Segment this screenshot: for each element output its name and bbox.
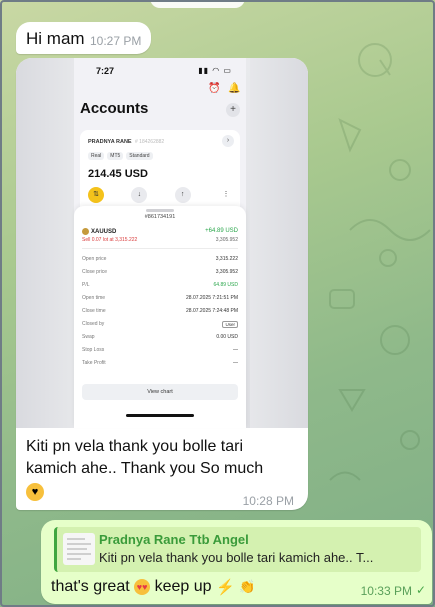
deposit-icon: ↓ (131, 187, 148, 203)
message-bubble-image[interactable]: 7:27 ▮▮ ◠ ▭ ⏰ 🔔 Accounts + PRADNYA RANE … (16, 58, 308, 510)
detail-row-open-time: Open time 28.07.2025 7:21:51 PM (82, 295, 238, 301)
trade-detail-sheet: #861734191 XAUUSD +64.89 USD Sell 0.07 l… (74, 206, 246, 428)
message-text: Hi mam (26, 29, 85, 48)
detail-row-closed-by: Closed by User (82, 321, 238, 328)
message-text-part: that's great (51, 578, 130, 596)
account-actions: ⇅ ↓ ↑ ⋮ (88, 187, 234, 203)
account-tag: MT5 (107, 152, 124, 160)
message-text: that's great ♥♥ keep up ⚡ 👏 (51, 578, 255, 596)
detail-row-open-price: Open price 3,315.222 (82, 256, 238, 262)
detail-row-swap: Swap 0.00 USD (82, 334, 238, 340)
message-time: 10:27 PM (90, 34, 142, 48)
trade-ticket: #861734191 (144, 214, 176, 220)
account-tag: Standard (126, 152, 153, 160)
chevron-right-icon: › (222, 135, 234, 147)
message-caption: Kiti pn vela thank you bolle tari kamich… (26, 438, 264, 477)
reply-quote[interactable]: Pradnya Rane Ttb Angel Kiti pn vela than… (54, 527, 421, 572)
account-tag: Real (88, 152, 105, 160)
message-bubble-outgoing[interactable]: Pradnya Rane Ttb Angel Kiti pn vela than… (41, 520, 432, 604)
read-check-icon: ✓ (415, 583, 426, 597)
withdraw-icon: ↑ (174, 187, 191, 203)
accounts-title: Accounts (80, 100, 149, 117)
message-bubble-hi[interactable]: Hi mam 10:27 PM (16, 22, 151, 54)
trade-pnl: +64.89 USD (205, 228, 238, 234)
divider (82, 248, 238, 249)
clapping-hands-icon: 👏 (239, 579, 256, 594)
message-text-part: keep up (154, 578, 212, 596)
plus-icon: + (226, 103, 240, 117)
detail-row-pl: P/L 64.89 USD (82, 282, 238, 288)
detail-row-close-price: Close price 3,305.952 (82, 269, 238, 275)
status-time: 7:27 (96, 66, 115, 76)
sheet-handle (146, 209, 174, 212)
view-chart-button: View chart (82, 384, 238, 400)
trade-close-price: 3,305.952 (215, 237, 238, 243)
image-blur-left (16, 58, 74, 428)
message-time: 10:28 PM (242, 494, 294, 508)
detail-row-close-time: Close time 28.07.2025 7:24:48 PM (82, 308, 238, 314)
heart-eyes-face-icon: ♥♥ (134, 579, 151, 595)
status-icons: ▮▮ ◠ ▭ (198, 66, 232, 75)
reply-thumbnail (63, 533, 95, 565)
top-notch-decoration (150, 0, 245, 8)
more-icon: ⋮ (222, 191, 230, 198)
message-time: 10:33 PM (360, 584, 412, 598)
lightning-bolt-icon: ⚡ (215, 579, 235, 596)
trade-icon: ⇅ (88, 187, 104, 203)
account-name: PRADNYA RANE (88, 139, 132, 145)
gold-icon (82, 228, 89, 235)
reply-sender-name: Pradnya Rane Ttb Angel (99, 532, 249, 547)
phone-screenshot: 7:27 ▮▮ ◠ ▭ ⏰ 🔔 Accounts + PRADNYA RANE … (74, 58, 246, 428)
account-id: # 184262882 (135, 139, 165, 145)
account-tags: Real MT5 Standard (88, 152, 153, 160)
bell-icon: 🔔 (228, 83, 241, 94)
home-indicator (126, 414, 194, 417)
alarm-icon: ⏰ (208, 83, 221, 94)
trade-summary: Sell 0.07 lot at 3,315.222 (82, 237, 138, 243)
detail-row-take-profit: Take Profit — (82, 360, 238, 366)
detail-row-stop-loss: Stop Loss — (82, 347, 238, 353)
account-balance: 214.45 USD (88, 168, 148, 180)
image-blur-right (250, 58, 308, 428)
trade-symbol: XAUUSD (82, 228, 116, 235)
reply-text: Kiti pn vela thank you bolle tari kamich… (99, 550, 374, 565)
screenshot-image[interactable]: 7:27 ▮▮ ◠ ▭ ⏰ 🔔 Accounts + PRADNYA RANE … (16, 58, 308, 428)
smiling-face-with-hearts-icon: ♥ (26, 483, 44, 501)
